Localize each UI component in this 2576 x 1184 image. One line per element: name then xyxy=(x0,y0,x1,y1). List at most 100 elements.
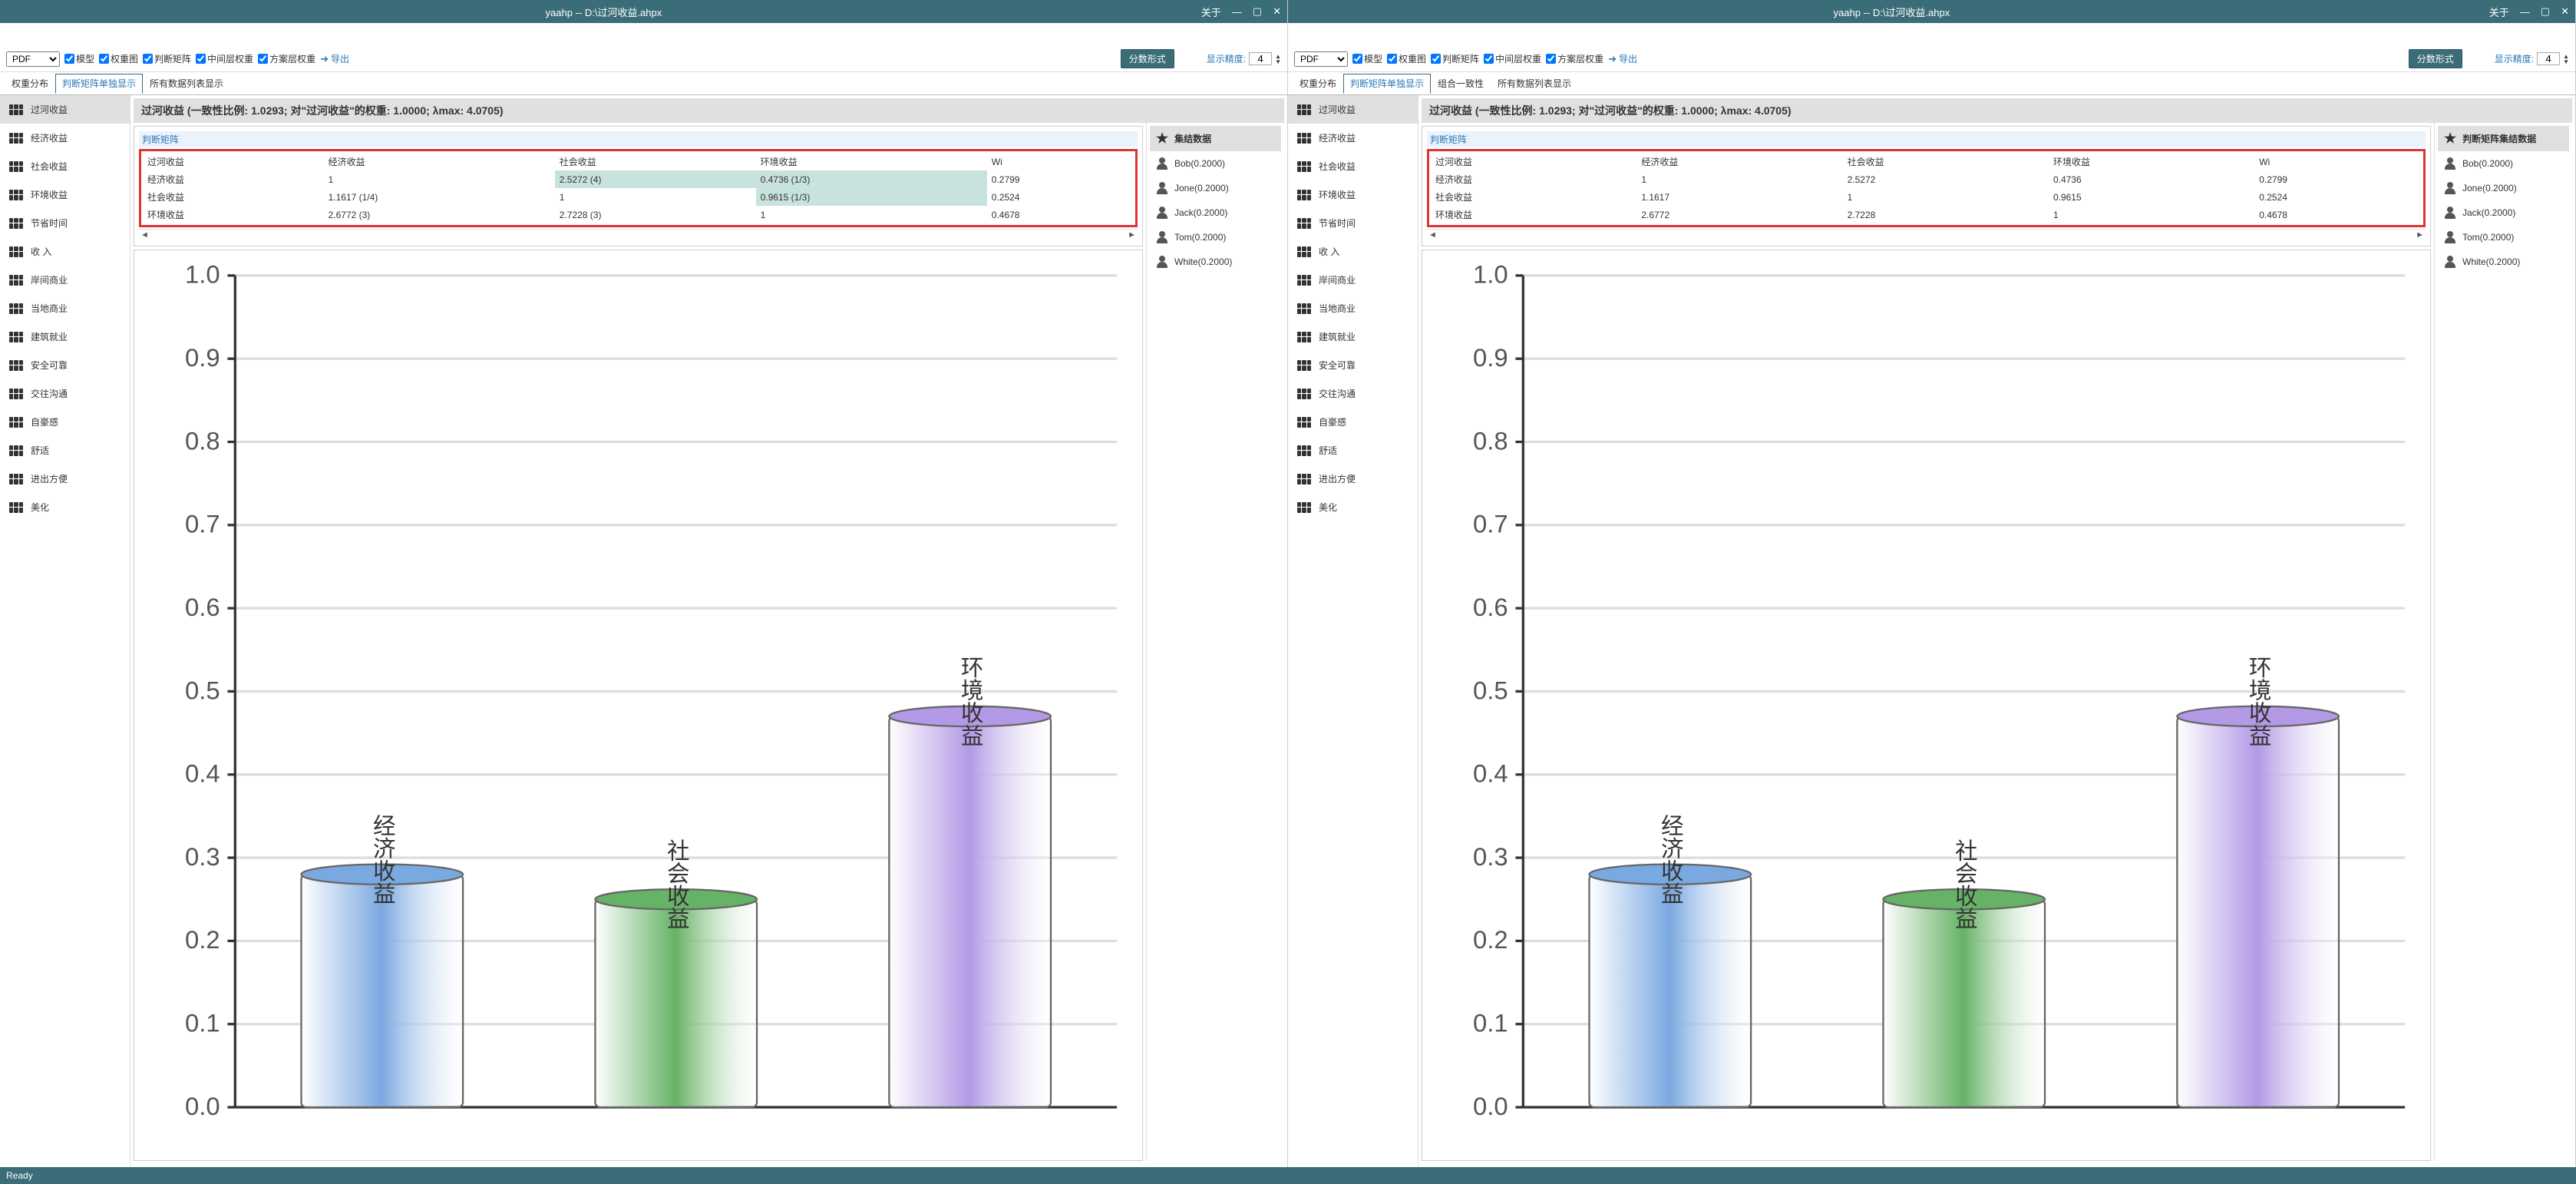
svg-text:0.2: 0.2 xyxy=(1473,925,1508,954)
person-item[interactable]: Bob(0.2000) xyxy=(2438,151,2569,176)
pane-left: yaahp -- D:\过河收益.ahpx 关于 — ▢ ✕ PDF 模型 权重… xyxy=(0,0,1288,1167)
sidebar-item[interactable]: 岸间商业 xyxy=(0,266,130,294)
checkbox-cb_judge_matrix[interactable]: 判断矩阵 xyxy=(143,52,191,65)
scroll-right-icon[interactable]: ► xyxy=(2416,230,2424,240)
checkbox-cb_model[interactable]: 模型 xyxy=(1352,52,1382,65)
sidebar-item[interactable]: 环境收益 xyxy=(1288,180,1418,209)
grid-icon xyxy=(9,275,23,286)
sidebar-item[interactable]: 建筑就业 xyxy=(0,322,130,351)
sidebar-item[interactable]: 过河收益 xyxy=(1288,95,1418,124)
scroll-right-icon[interactable]: ► xyxy=(1128,230,1136,240)
sidebar-item[interactable]: 环境收益 xyxy=(0,180,130,209)
scroll-left-icon[interactable]: ◄ xyxy=(140,230,149,240)
matrix-cell: 1 xyxy=(324,170,555,188)
sidebar-item[interactable]: 当地商业 xyxy=(1288,294,1418,322)
sidebar-item[interactable]: 岸间商业 xyxy=(1288,266,1418,294)
fraction-form-button[interactable]: 分数形式 xyxy=(2409,49,2462,68)
sidebar-item[interactable]: 经济收益 xyxy=(0,124,130,152)
export-link[interactable]: ➜导出 xyxy=(320,52,349,65)
minimize-button[interactable]: — xyxy=(2520,6,2530,18)
tab-判断矩阵单独显示[interactable]: 判断矩阵单独显示 xyxy=(55,74,143,94)
precision-input[interactable] xyxy=(2537,52,2560,65)
checkbox-cb_scheme_weight[interactable]: 方案层权重 xyxy=(1546,52,1603,65)
grid-icon xyxy=(9,389,23,399)
sidebar-item[interactable]: 舒适 xyxy=(0,436,130,465)
tab-判断矩阵单独显示[interactable]: 判断矩阵单独显示 xyxy=(1343,74,1431,94)
precision-spinner[interactable]: ▲▼ xyxy=(1275,54,1281,64)
sidebar-item[interactable]: 社会收益 xyxy=(1288,152,1418,180)
sidebar-item[interactable]: 过河收益 xyxy=(0,95,130,124)
tab-权重分布[interactable]: 权重分布 xyxy=(5,74,55,93)
sidebar-item[interactable]: 当地商业 xyxy=(0,294,130,322)
person-item[interactable]: Bob(0.2000) xyxy=(1150,151,1281,176)
fraction-form-button[interactable]: 分数形式 xyxy=(1121,49,1174,68)
person-item[interactable]: Tom(0.2000) xyxy=(2438,225,2569,250)
person-item[interactable]: White(0.2000) xyxy=(1150,250,1281,274)
precision-input[interactable] xyxy=(1249,52,1272,65)
matrix-cell: 0.9615 xyxy=(2049,188,2254,206)
person-label: Bob(0.2000) xyxy=(1174,158,1225,169)
checkbox-cb_mid_weight[interactable]: 中间层权重 xyxy=(196,52,253,65)
sidebar-item[interactable]: 节省时间 xyxy=(1288,209,1418,237)
sidebar-item[interactable]: 收 入 xyxy=(0,237,130,266)
sidebar-item[interactable]: 交往沟通 xyxy=(0,379,130,408)
close-button[interactable]: ✕ xyxy=(2561,5,2569,18)
person-item[interactable]: White(0.2000) xyxy=(2438,250,2569,274)
checkbox-cb_mid_weight[interactable]: 中间层权重 xyxy=(1484,52,1541,65)
aggregate-header[interactable]: ★集结数据 xyxy=(1150,126,1281,151)
titlebar: yaahp -- D:\过河收益.ahpx 关于 — ▢ ✕ xyxy=(0,0,1287,23)
tab-组合一致性[interactable]: 组合一致性 xyxy=(1431,74,1491,93)
checkbox-cb_scheme_weight[interactable]: 方案层权重 xyxy=(258,52,315,65)
close-button[interactable]: ✕ xyxy=(1273,5,1281,18)
tab-所有数据列表显示[interactable]: 所有数据列表显示 xyxy=(1491,74,1578,93)
export-link[interactable]: ➜导出 xyxy=(1608,52,1637,65)
sidebar-item[interactable]: 美化 xyxy=(0,493,130,521)
sidebar-item[interactable]: 建筑就业 xyxy=(1288,322,1418,351)
maximize-button[interactable]: ▢ xyxy=(1253,5,1262,18)
person-item[interactable]: Jack(0.2000) xyxy=(1150,200,1281,225)
sidebar-item[interactable]: 进出方便 xyxy=(0,465,130,493)
tab-所有数据列表显示[interactable]: 所有数据列表显示 xyxy=(143,74,230,93)
tabs: 权重分布判断矩阵单独显示组合一致性所有数据列表显示 xyxy=(1288,72,2575,95)
grid-icon xyxy=(9,218,23,229)
scroll-left-icon[interactable]: ◄ xyxy=(1428,230,1437,240)
h-scrollbar[interactable]: ◄► xyxy=(139,229,1138,241)
person-item[interactable]: Tom(0.2000) xyxy=(1150,225,1281,250)
sidebar-item-label: 节省时间 xyxy=(1319,217,1356,230)
person-item[interactable]: Jack(0.2000) xyxy=(2438,200,2569,225)
checkbox-cb_judge_matrix[interactable]: 判断矩阵 xyxy=(1431,52,1479,65)
minimize-button[interactable]: — xyxy=(1232,6,1242,18)
tab-权重分布[interactable]: 权重分布 xyxy=(1293,74,1343,93)
sidebar-item[interactable]: 社会收益 xyxy=(0,152,130,180)
format-select[interactable]: PDF xyxy=(1294,51,1348,67)
about-link[interactable]: 关于 xyxy=(2489,5,2509,19)
sidebar-item[interactable]: 自豪感 xyxy=(1288,408,1418,436)
person-item[interactable]: Jone(0.2000) xyxy=(1150,176,1281,200)
grid-icon xyxy=(9,133,23,144)
svg-text:1.0: 1.0 xyxy=(1473,260,1508,289)
checkbox-cb_weight_chart[interactable]: 权重图 xyxy=(99,52,138,65)
sidebar-item[interactable]: 进出方便 xyxy=(1288,465,1418,493)
star-icon: ★ xyxy=(1156,131,1168,147)
sidebar: 过河收益经济收益社会收益环境收益节省时间收 入岸间商业当地商业建筑就业安全可靠交… xyxy=(0,95,130,1167)
sidebar-item[interactable]: 交往沟通 xyxy=(1288,379,1418,408)
checkbox-cb_weight_chart[interactable]: 权重图 xyxy=(1387,52,1426,65)
about-link[interactable]: 关于 xyxy=(1201,5,1221,19)
sidebar-item[interactable]: 经济收益 xyxy=(1288,124,1418,152)
checkbox-cb_model[interactable]: 模型 xyxy=(64,52,94,65)
h-scrollbar[interactable]: ◄► xyxy=(1427,229,2426,241)
format-select[interactable]: PDF xyxy=(6,51,60,67)
sidebar-item[interactable]: 舒适 xyxy=(1288,436,1418,465)
person-item[interactable]: Jone(0.2000) xyxy=(2438,176,2569,200)
precision-spinner[interactable]: ▲▼ xyxy=(2563,54,2569,64)
sidebar-item[interactable]: 节省时间 xyxy=(0,209,130,237)
sidebar-item-label: 进出方便 xyxy=(1319,472,1356,485)
sidebar-item[interactable]: 自豪感 xyxy=(0,408,130,436)
sidebar-item[interactable]: 收 入 xyxy=(1288,237,1418,266)
aggregate-header[interactable]: ★判断矩阵集结数据 xyxy=(2438,126,2569,151)
sidebar-item[interactable]: 安全可靠 xyxy=(1288,351,1418,379)
sidebar-item[interactable]: 安全可靠 xyxy=(0,351,130,379)
bar-chart: 0.00.10.20.30.40.50.60.70.80.91.0经济收益社会收… xyxy=(1422,250,2430,1158)
sidebar-item[interactable]: 美化 xyxy=(1288,493,1418,521)
maximize-button[interactable]: ▢ xyxy=(2541,5,2550,18)
